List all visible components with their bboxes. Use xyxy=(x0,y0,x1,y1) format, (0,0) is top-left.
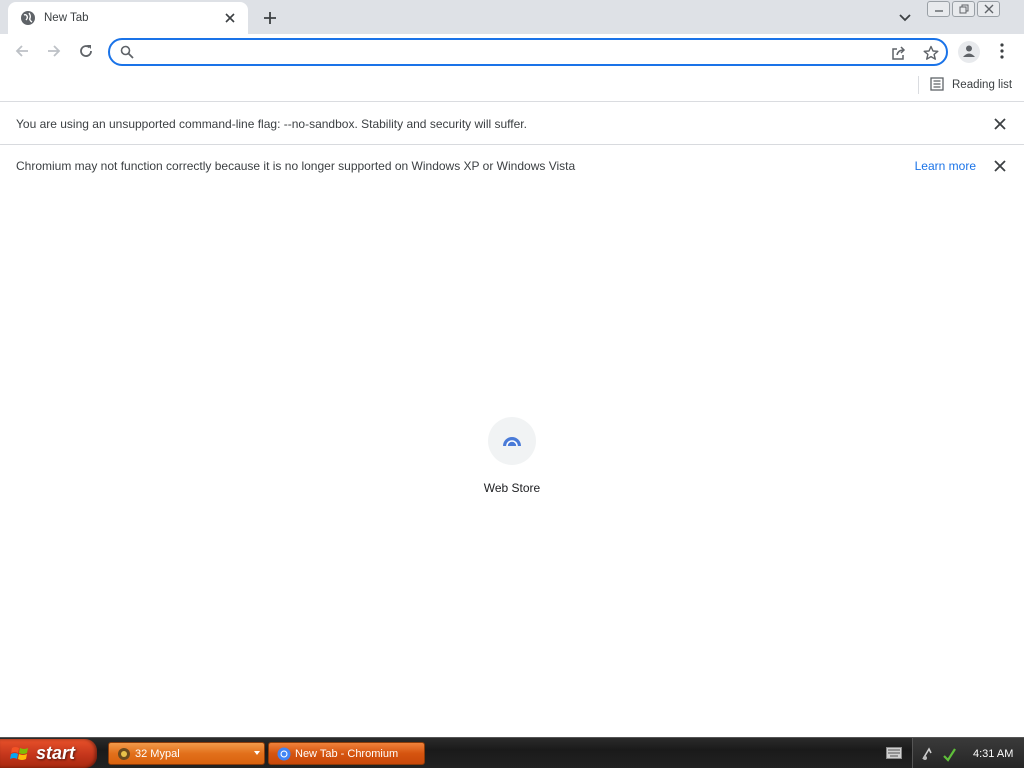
keyboard-icon[interactable] xyxy=(886,747,902,759)
tab-new-tab[interactable]: New Tab xyxy=(8,2,248,34)
windows-flag-icon xyxy=(10,744,30,764)
taskbar-item-chromium[interactable]: New Tab - Chromium xyxy=(268,742,425,765)
bookmarks-divider xyxy=(918,76,919,94)
clock[interactable]: 4:31 AM xyxy=(973,748,1013,760)
close-window-button[interactable] xyxy=(977,1,1000,17)
shortcut-icon-circle xyxy=(488,417,536,465)
mypal-icon xyxy=(117,747,131,761)
share-icon[interactable] xyxy=(890,44,908,62)
security-shield-icon[interactable] xyxy=(941,746,957,762)
taskbar-item-label: 32 Mypal xyxy=(135,747,180,760)
infobar-message: Chromium may not function correctly beca… xyxy=(16,159,576,173)
toolbar xyxy=(0,34,1024,70)
minimize-button[interactable] xyxy=(927,1,950,17)
tab-close-icon[interactable] xyxy=(222,10,238,26)
kebab-menu-icon xyxy=(1000,42,1004,62)
new-tab-button[interactable] xyxy=(258,6,282,30)
profile-avatar-button[interactable] xyxy=(958,41,980,63)
infobar-message: You are using an unsupported command-lin… xyxy=(16,116,527,131)
globe-icon xyxy=(20,10,36,26)
system-tray: 4:31 AM xyxy=(912,738,1024,768)
search-icon xyxy=(120,45,134,59)
infobar-unsupported-os: Chromium may not function correctly beca… xyxy=(0,145,1024,187)
reading-list-button[interactable]: Reading list xyxy=(926,75,1016,95)
infobar-close-icon[interactable] xyxy=(992,116,1008,132)
shortcut-label: Web Store xyxy=(483,481,541,495)
back-arrow-icon xyxy=(14,43,30,62)
chromium-icon xyxy=(277,747,291,761)
person-icon xyxy=(962,44,976,61)
reading-list-label: Reading list xyxy=(952,79,1013,91)
taskbar-item-label: New Tab - Chromium xyxy=(295,747,399,760)
bookmarks-bar: Reading list xyxy=(0,70,1024,102)
start-button[interactable]: start xyxy=(0,739,97,768)
forward-arrow-icon xyxy=(46,43,62,62)
restore-button[interactable] xyxy=(952,1,975,17)
group-dropdown-arrow-icon xyxy=(254,751,260,755)
forward-button[interactable] xyxy=(42,40,66,64)
taskbar-item-mypal[interactable]: 32 Mypal xyxy=(108,742,265,765)
window-controls xyxy=(927,1,1000,17)
tab-title: New Tab xyxy=(44,12,89,24)
reading-list-icon xyxy=(930,76,944,94)
back-button[interactable] xyxy=(10,40,34,64)
taskbar: start 32 Mypal New Tab - Chromium 4:31 A… xyxy=(0,737,1024,768)
address-input[interactable] xyxy=(142,43,872,61)
learn-more-link[interactable]: Learn more xyxy=(915,159,976,173)
address-bar[interactable] xyxy=(108,38,948,66)
reload-icon xyxy=(78,43,94,62)
start-label: start xyxy=(36,743,76,763)
bookmark-star-icon[interactable] xyxy=(922,44,940,62)
tab-strip: New Tab xyxy=(0,0,1024,34)
browser-menu-button[interactable] xyxy=(994,41,1010,63)
new-tab-page: Web Store xyxy=(0,187,1024,737)
tab-search-chevron-icon[interactable] xyxy=(894,8,916,28)
shortcut-web-store[interactable]: Web Store xyxy=(462,417,562,507)
infobar-no-sandbox: You are using an unsupported command-lin… xyxy=(0,103,1024,145)
network-icon[interactable] xyxy=(921,746,937,762)
reload-button[interactable] xyxy=(74,40,98,64)
web-store-icon xyxy=(502,433,522,450)
infobar-close-icon[interactable] xyxy=(992,158,1008,174)
